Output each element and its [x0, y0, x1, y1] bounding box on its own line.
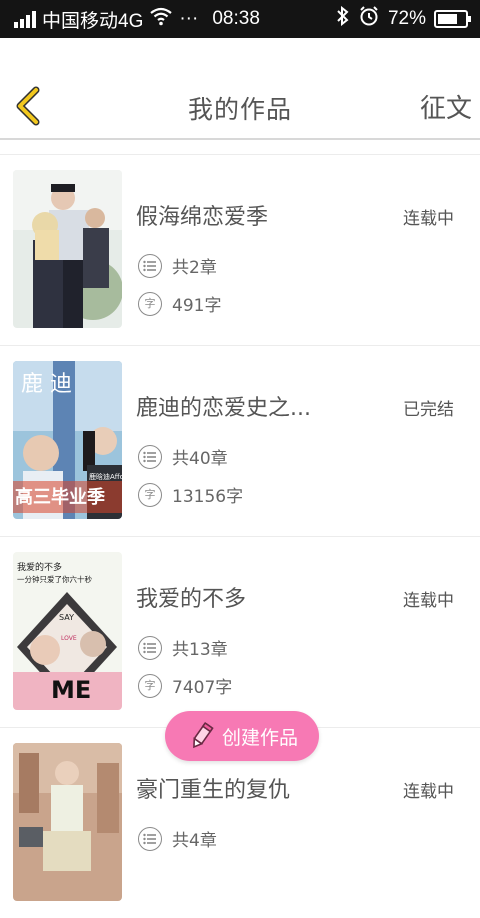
list-icon: [138, 253, 162, 278]
signal-icon: [14, 10, 36, 28]
work-status-badge: 连载中: [403, 209, 454, 229]
contest-button[interactable]: 征文: [420, 88, 472, 125]
work-item[interactable]: 我爱的不多 一分钟只爱了你六十秒 SAY LOVE ME 我爱的不多 连载中 共…: [0, 536, 480, 727]
word-count-icon: 字: [138, 291, 162, 316]
work-title: 鹿迪的恋爱史之...: [136, 396, 311, 421]
word-count-row: 字 491字: [138, 291, 221, 316]
chapter-count: 共40章: [172, 449, 228, 469]
chapter-count-row: 共40章: [138, 444, 228, 469]
work-title: 假海绵恋爱季: [136, 205, 269, 230]
list-icon: [138, 826, 162, 851]
cover-text: 高三毕业季: [15, 486, 105, 508]
chapter-count: 共2章: [172, 258, 217, 278]
more-indicator: ···: [179, 8, 199, 29]
list-icon: [138, 444, 162, 469]
wifi-icon: [149, 6, 173, 32]
cover-text: 鹿晗迪Affce: [89, 472, 122, 481]
page-title: 我的作品: [187, 95, 292, 124]
bluetooth-icon: [336, 5, 350, 32]
status-bar: 中国移动4G ··· 08:38 72%: [0, 0, 480, 38]
word-count-icon: 字: [138, 673, 162, 698]
pencil-icon: [193, 721, 214, 749]
chapter-count-row: 共13章: [138, 635, 228, 660]
word-count-row: 字 7407字: [138, 673, 232, 698]
work-item[interactable]: 假海绵恋爱季 连载中 共2章 字 491字: [0, 154, 480, 345]
work-status-badge: 连载中: [403, 782, 454, 802]
status-time: 08:38: [212, 8, 260, 29]
cover-text: LOVE: [61, 635, 77, 642]
carrier-label: 中国移动4G: [42, 10, 144, 32]
work-cover-image: 我爱的不多 一分钟只爱了你六十秒 SAY LOVE ME: [13, 552, 122, 710]
work-item[interactable]: 鹿 迪 鹿晗迪Affce 高三毕业季 鹿迪的恋爱史之... 已完结 共40章 字…: [0, 345, 480, 536]
cover-text: 一分钟只爱了你六十秒: [17, 574, 92, 584]
works-list: 假海绵恋爱季 连载中 共2章 字 491字 鹿 迪 鹿晗迪Affc 高三毕业季 …: [0, 154, 480, 918]
work-title: 我爱的不多: [136, 587, 247, 612]
cover-text: ME: [51, 676, 91, 704]
work-status-badge: 已完结: [403, 400, 454, 420]
chapter-count-row: 共4章: [138, 826, 217, 851]
word-count: 13156字: [172, 487, 244, 507]
work-title: 豪门重生的复仇: [136, 778, 291, 803]
work-status-badge: 连载中: [403, 591, 454, 611]
list-icon: [138, 635, 162, 660]
top-bar: 我的作品 征文: [0, 38, 480, 140]
work-cover-image: 鹿 迪 鹿晗迪Affce 高三毕业季: [13, 361, 122, 519]
word-count: 491字: [172, 296, 222, 316]
word-count-icon: 字: [138, 482, 162, 507]
work-cover-image: [13, 743, 122, 901]
create-work-label: 创建作品: [221, 726, 298, 749]
battery-icon: [434, 10, 471, 28]
alarm-icon: [358, 5, 380, 33]
chapter-count: 共13章: [172, 640, 228, 660]
chapter-count-row: 共2章: [138, 253, 217, 278]
cover-text: 我爱的不多: [17, 561, 62, 573]
create-work-button[interactable]: 创建作品: [165, 711, 319, 761]
word-count-row: 字 13156字: [138, 482, 243, 507]
word-count: 7407字: [172, 678, 233, 698]
chapter-count: 共4章: [172, 831, 217, 851]
work-cover-image: [13, 170, 122, 328]
cover-text: 鹿 迪: [21, 372, 72, 397]
battery-percent: 72%: [387, 8, 426, 29]
cover-text: SAY: [59, 613, 74, 622]
